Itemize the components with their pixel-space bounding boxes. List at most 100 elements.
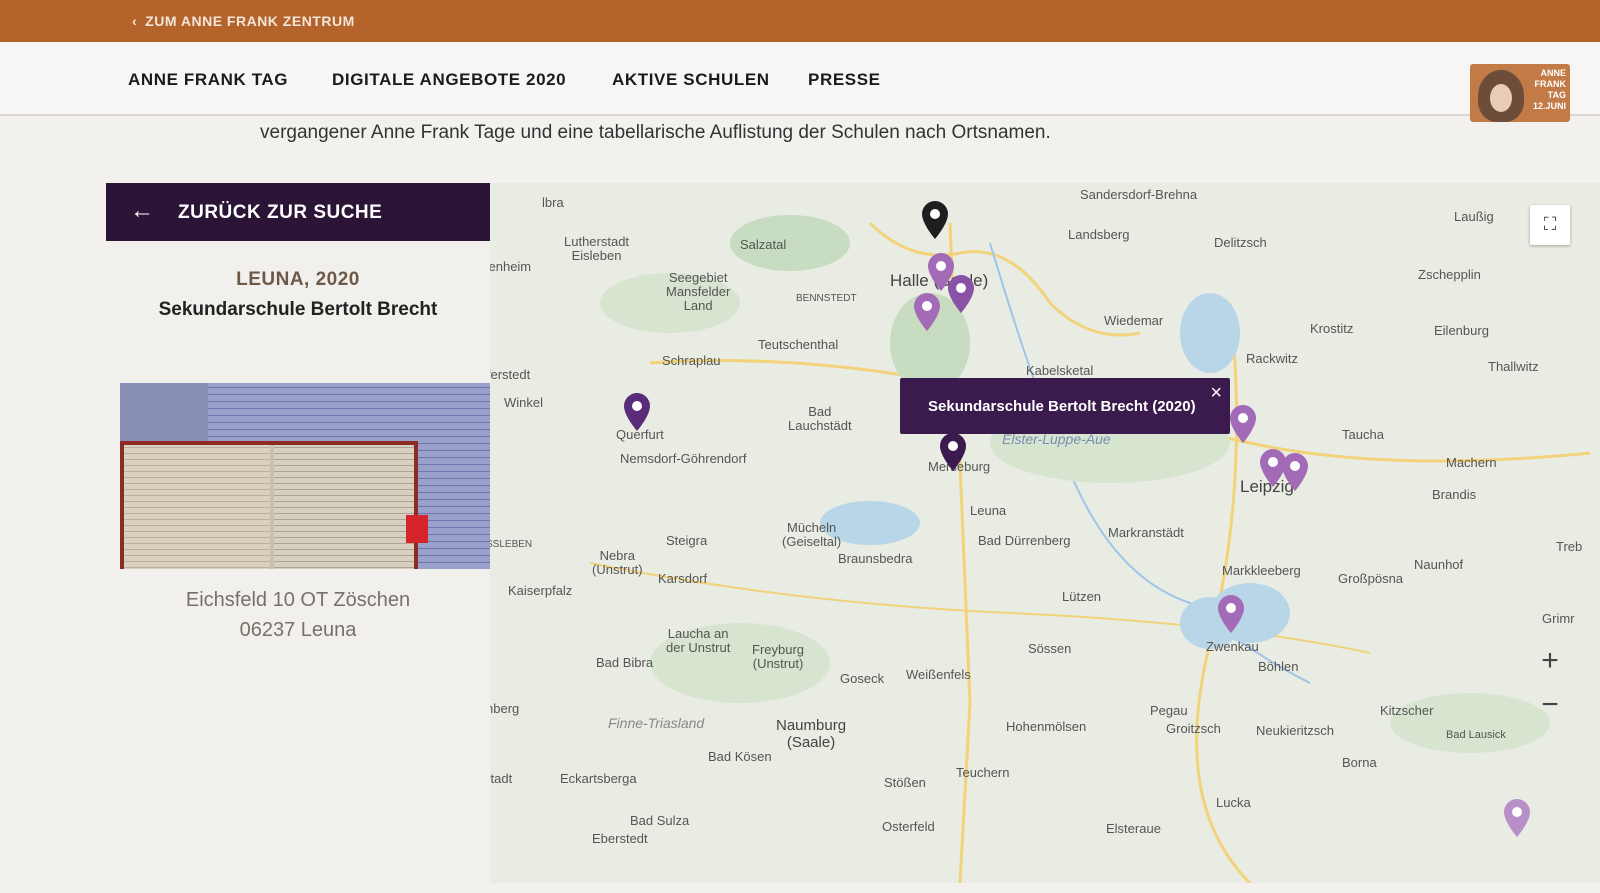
town-label: Borna bbox=[1342, 755, 1377, 770]
top-bar: ‹ ZUM ANNE FRANK ZENTRUM bbox=[0, 0, 1600, 42]
town-label: Teutschenthal bbox=[758, 337, 839, 352]
town-label: Böhlen bbox=[1258, 659, 1299, 674]
intro-text: vergangener Anne Frank Tage und eine tab… bbox=[260, 122, 1051, 143]
town-label: Krostitz bbox=[1310, 321, 1354, 336]
town-label: nberg bbox=[490, 701, 520, 716]
town-label: Winkel bbox=[504, 395, 544, 410]
town-label: Weißenfels bbox=[906, 667, 971, 682]
school-project-image bbox=[120, 383, 490, 569]
close-icon[interactable]: × bbox=[1210, 382, 1222, 405]
town-label: Bad Lauchstädt bbox=[788, 404, 852, 433]
nav-item-anne-frank-tag[interactable]: ANNE FRANK TAG bbox=[128, 70, 288, 90]
map-pin-icon[interactable] bbox=[1218, 595, 1244, 633]
town-label: Grimr bbox=[1542, 611, 1575, 626]
town-label: Delitzsch bbox=[1214, 235, 1267, 250]
town-label: Leuna bbox=[970, 503, 1007, 518]
school-detail-panel: ← ZURÜCK ZUR SUCHE LEUNA, 2020 Sekundars… bbox=[106, 183, 490, 883]
town-label: Markkleeberg bbox=[1222, 563, 1301, 578]
map-pin-icon[interactable] bbox=[922, 201, 948, 239]
map-pin-icon[interactable] bbox=[1504, 799, 1530, 837]
town-label: Salzatal bbox=[740, 237, 787, 252]
chevron-left-icon: ‹ bbox=[132, 13, 138, 29]
town-label: Bad Kösen bbox=[708, 749, 772, 764]
fullscreen-icon: ⛶ bbox=[1543, 214, 1557, 234]
town-label: Thallwitz bbox=[1488, 359, 1539, 374]
town-label: Elsteraue bbox=[1106, 821, 1161, 836]
town-label: Hohenmölsen bbox=[1006, 719, 1087, 734]
town-label: Braunsbedra bbox=[838, 551, 913, 566]
school-name: Sekundarschule Bertolt Brecht bbox=[158, 299, 438, 320]
back-to-zentrum-link[interactable]: ‹ ZUM ANNE FRANK ZENTRUM bbox=[132, 13, 355, 29]
nav-item-digitale-angebote[interactable]: DIGITALE ANGEBOTE 2020 bbox=[332, 70, 566, 90]
fullscreen-button[interactable]: ⛶ bbox=[1530, 205, 1570, 245]
town-label: Bad Bibra bbox=[596, 655, 654, 670]
town-label: BENNSTEDT bbox=[796, 293, 857, 304]
town-label: kenheim bbox=[490, 259, 532, 274]
map-pin-icon[interactable] bbox=[1282, 453, 1308, 491]
arrow-left-icon: ← bbox=[130, 197, 154, 224]
selected-map-pin-icon[interactable] bbox=[940, 433, 966, 471]
town-label: Bad Lausick bbox=[1446, 729, 1506, 741]
nav-item-presse[interactable]: PRESSE bbox=[808, 70, 881, 90]
town-label: Taucha bbox=[1342, 427, 1384, 442]
town-label: Bad Dürrenberg bbox=[978, 533, 1071, 548]
address-street: Eichsfeld 10 OT Zöschen bbox=[185, 589, 411, 611]
town-label: SSLEBEN bbox=[490, 539, 533, 550]
town-label: Landsberg bbox=[1068, 227, 1130, 242]
town-label: Brandis bbox=[1432, 487, 1477, 502]
town-label: Lutherstadt Eisleben bbox=[564, 234, 630, 263]
town-label: Treb bbox=[1556, 539, 1583, 554]
map-view[interactable]: Sandersdorf-Brehna Landsberg Delitzsch L… bbox=[490, 183, 1600, 883]
town-label: Steigra bbox=[666, 533, 708, 548]
map-pin-icon[interactable] bbox=[1230, 405, 1256, 443]
town-label: Osterfeld bbox=[882, 819, 935, 834]
town-label: Neukieritzsch bbox=[1256, 723, 1335, 738]
town-label: Nemsdorf-Göhrendorf bbox=[620, 451, 747, 466]
town-label: Eilenburg bbox=[1434, 323, 1489, 338]
portrait-image bbox=[1478, 70, 1524, 122]
minus-icon: − bbox=[1541, 688, 1559, 721]
town-label: Kaiserpfalz bbox=[508, 583, 573, 598]
town-label: Zwenkau bbox=[1206, 639, 1259, 654]
town-label: Sandersdorf-Brehna bbox=[1080, 187, 1198, 202]
town-label: Kabelsketal bbox=[1026, 363, 1094, 378]
zoom-out-button[interactable]: − bbox=[1530, 685, 1570, 725]
town-label: Groitzsch bbox=[1166, 721, 1221, 736]
anne-frank-tag-logo[interactable]: ANNE FRANK TAG 12.JUNI bbox=[1470, 64, 1570, 122]
town-label: lferstedt bbox=[490, 367, 531, 382]
town-label: Naumburg (Saale) bbox=[776, 717, 847, 751]
school-city-year: LEUNA, 2020 bbox=[236, 269, 360, 290]
town-label: stadt bbox=[490, 771, 513, 786]
town-label: Großpösna bbox=[1338, 571, 1404, 586]
map-pin-icon[interactable] bbox=[624, 393, 650, 431]
popup-title: Sekundarschule Bertolt Brecht (2020) bbox=[928, 398, 1196, 415]
nav-item-aktive-schulen[interactable]: AKTIVE SCHULEN bbox=[612, 70, 770, 90]
town-label: Pegau bbox=[1150, 703, 1188, 718]
school-address: Eichsfeld 10 OT Zöschen 06237 Leuna bbox=[106, 585, 490, 645]
town-label: Sössen bbox=[1028, 641, 1072, 656]
town-label: Lützen bbox=[1062, 589, 1102, 604]
plus-icon: + bbox=[1541, 644, 1559, 677]
town-label: Laußig bbox=[1454, 209, 1494, 224]
town-label: Goseck bbox=[840, 671, 885, 686]
town-label: Laucha an der Unstrut bbox=[666, 626, 731, 655]
map-pin-icon[interactable] bbox=[948, 275, 974, 313]
town-label: Kitzscher bbox=[1380, 703, 1434, 718]
town-label: Zschepplin bbox=[1418, 267, 1481, 282]
main-nav: ANNE FRANK TAG DIGITALE ANGEBOTE 2020 AK… bbox=[0, 42, 1600, 122]
back-to-search-button[interactable]: ← ZURÜCK ZUR SUCHE bbox=[106, 183, 490, 241]
town-label: Schraplau bbox=[662, 353, 721, 368]
town-label: Nebra (Unstrut) bbox=[592, 548, 643, 577]
town-label: Teuchern bbox=[956, 765, 1010, 780]
town-label: Machern bbox=[1446, 455, 1497, 470]
town-label: Eberstedt bbox=[592, 831, 648, 846]
town-label: Seegebiet Mansfelder Land bbox=[666, 270, 731, 313]
town-label: Wiedemar bbox=[1104, 313, 1164, 328]
map-info-popup: Sekundarschule Bertolt Brecht (2020) × bbox=[900, 378, 1230, 434]
map-pin-icon[interactable] bbox=[914, 293, 940, 331]
town-label: Markranstädt bbox=[1108, 525, 1184, 540]
town-label: Freyburg (Unstrut) bbox=[752, 642, 805, 671]
town-label: Mücheln (Geiseltal) bbox=[782, 520, 842, 549]
town-label: Stößen bbox=[884, 775, 926, 790]
zoom-in-button[interactable]: + bbox=[1530, 641, 1570, 681]
